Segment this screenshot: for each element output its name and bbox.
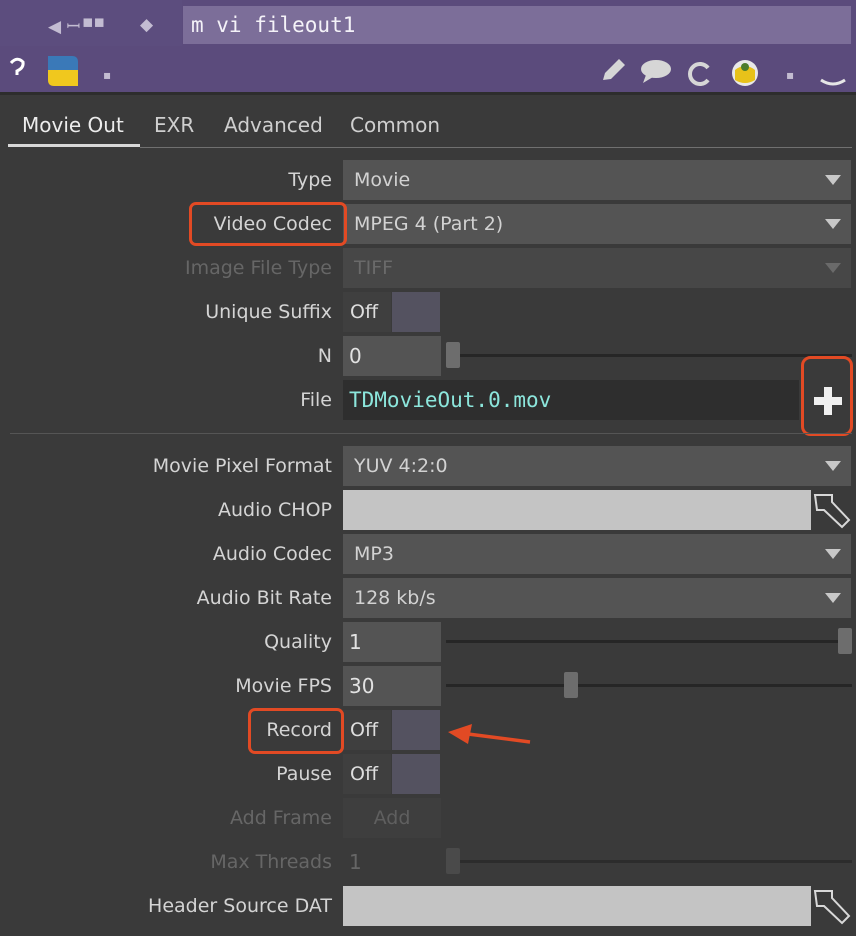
n-label: N xyxy=(317,345,332,367)
help-icon[interactable] xyxy=(8,56,26,84)
header-source-dat-label: Header Source DAT xyxy=(148,895,332,917)
operator-link-arrow-icon[interactable] xyxy=(812,490,852,530)
blurred-label: ◀ ꟷ xyxy=(48,17,81,37)
quality-label: Quality xyxy=(264,631,332,653)
add-file-plus-icon[interactable] xyxy=(801,356,853,436)
blurred-label: ▪ xyxy=(786,68,795,82)
pause-value: Off xyxy=(343,754,391,794)
quality-field[interactable]: 1 xyxy=(343,622,441,662)
chevron-down-icon xyxy=(825,593,841,603)
blurred-label: ▪ xyxy=(103,68,112,82)
image-file-type-value: TIFF xyxy=(354,257,394,279)
max-threads-label: Max Threads xyxy=(210,851,332,873)
file-path-field[interactable]: TDMovieOut.0.mov xyxy=(343,380,799,420)
image-file-type-label: Image File Type xyxy=(184,257,332,279)
section-divider xyxy=(10,433,852,434)
unique-suffix-toggle[interactable] xyxy=(392,292,440,332)
comment-icon[interactable] xyxy=(638,58,674,84)
annotation-highlight-video-codec xyxy=(189,202,347,246)
python-icon[interactable] xyxy=(44,52,82,88)
annotation-arrow-icon xyxy=(448,724,531,744)
audio-chop-field[interactable] xyxy=(343,490,811,530)
type-menu[interactable]: Movie xyxy=(343,160,851,200)
audio-codec-menu[interactable]: MP3 xyxy=(343,534,851,574)
audio-bit-rate-value: 128 kb/s xyxy=(354,587,436,609)
chevron-down-icon xyxy=(825,219,841,229)
n-slider-track[interactable] xyxy=(446,354,852,357)
record-value: Off xyxy=(343,710,391,750)
blurred-label: ◆ xyxy=(140,15,154,35)
pencil-icon[interactable] xyxy=(598,56,628,84)
info-icon[interactable] xyxy=(728,58,762,88)
tab-exr[interactable]: EXR xyxy=(154,113,194,137)
video-codec-value: MPEG 4 (Part 2) xyxy=(354,213,504,235)
movie-pixel-format-value: YUV 4:2:0 xyxy=(354,455,448,477)
file-label: File xyxy=(300,389,332,411)
unique-suffix-label: Unique Suffix xyxy=(205,301,332,323)
tab-common[interactable]: Common xyxy=(350,113,440,137)
close-icon[interactable] xyxy=(818,62,848,88)
chevron-down-icon xyxy=(825,549,841,559)
movie-fps-slider-track[interactable] xyxy=(446,684,852,687)
chevron-down-icon xyxy=(825,263,841,273)
max-threads-slider-handle xyxy=(446,848,460,874)
chevron-down-icon xyxy=(825,175,841,185)
chevron-down-icon xyxy=(825,461,841,471)
pause-toggle[interactable] xyxy=(392,754,440,794)
operator-header: ◀ ꟷ ▪▪ ◆ m vi fileout1 ▪ ▪ xyxy=(0,0,856,95)
annotation-highlight-record xyxy=(248,708,344,754)
blurred-label: ▪▪ xyxy=(82,12,106,32)
movie-pixel-format-label: Movie Pixel Format xyxy=(152,455,332,477)
n-slider-handle[interactable] xyxy=(446,342,460,368)
quality-slider-track[interactable] xyxy=(446,640,852,643)
operator-link-arrow-icon[interactable] xyxy=(812,886,852,926)
n-field[interactable]: 0 xyxy=(343,336,441,376)
quality-slider-handle[interactable] xyxy=(838,628,852,654)
type-label: Type xyxy=(288,169,332,191)
image-file-type-menu: TIFF xyxy=(343,248,851,288)
header-source-dat-field[interactable] xyxy=(343,886,811,926)
unique-suffix-value: Off xyxy=(343,292,391,332)
type-value: Movie xyxy=(354,169,411,191)
video-codec-menu[interactable]: MPEG 4 (Part 2) xyxy=(343,204,851,244)
audio-codec-value: MP3 xyxy=(354,543,394,565)
active-tab-indicator xyxy=(8,144,140,147)
tab-movie-out[interactable]: Movie Out xyxy=(22,113,124,137)
header-left-area: ◀ ꟷ ▪▪ ◆ xyxy=(0,0,182,46)
audio-bit-rate-menu[interactable]: 128 kb/s xyxy=(343,578,851,618)
movie-fps-label: Movie FPS xyxy=(235,675,332,697)
audio-codec-label: Audio Codec xyxy=(212,543,332,565)
max-threads-slider-track xyxy=(446,860,852,863)
parameter-window: ◀ ꟷ ▪▪ ◆ m vi fileout1 ▪ ▪ Movie Out EXR… xyxy=(0,0,856,936)
audio-bit-rate-label: Audio Bit Rate xyxy=(196,587,332,609)
audio-chop-label: Audio CHOP xyxy=(217,499,332,521)
movie-fps-field[interactable]: 30 xyxy=(343,666,441,706)
pause-label: Pause xyxy=(276,763,332,785)
movie-fps-slider-handle[interactable] xyxy=(563,672,578,698)
add-frame-label: Add Frame xyxy=(229,807,332,829)
node-name-field[interactable]: m vi fileout1 xyxy=(183,6,851,44)
max-threads-field: 1 xyxy=(343,842,441,882)
tab-advanced[interactable]: Advanced xyxy=(224,113,323,137)
tab-divider xyxy=(140,147,852,148)
add-frame-button: Add xyxy=(343,798,441,838)
movie-pixel-format-menu[interactable]: YUV 4:2:0 xyxy=(343,446,851,486)
refresh-icon[interactable] xyxy=(686,60,714,88)
record-toggle[interactable] xyxy=(392,710,440,750)
